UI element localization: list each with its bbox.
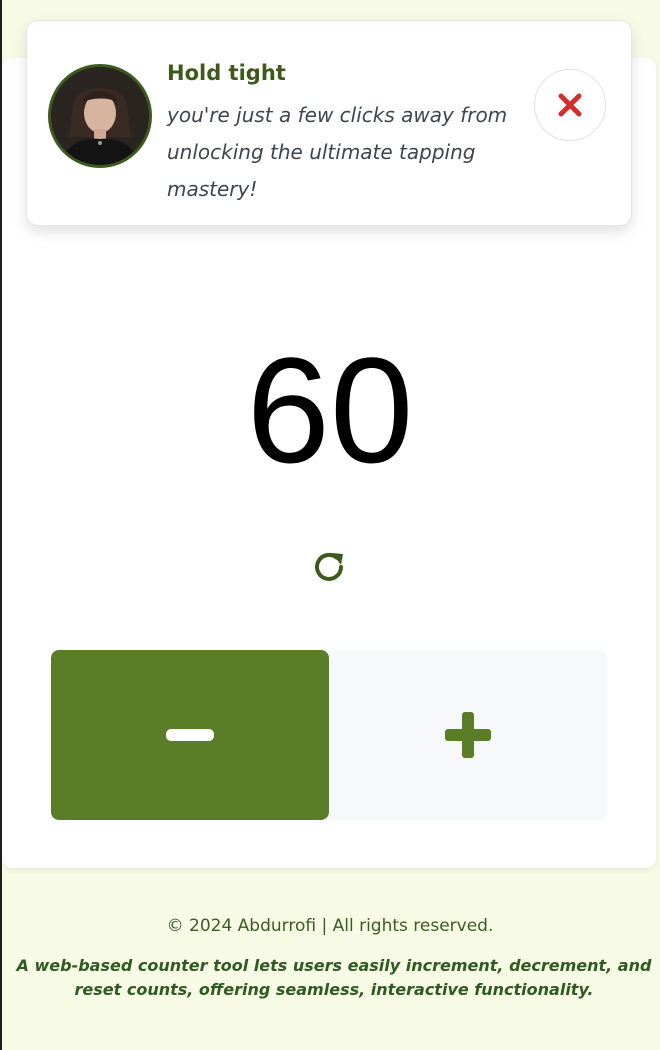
minus-icon bbox=[166, 729, 214, 741]
avatar bbox=[48, 64, 152, 168]
refresh-icon bbox=[315, 552, 343, 581]
counter-controls bbox=[51, 650, 607, 820]
increment-button[interactable] bbox=[329, 650, 607, 820]
plus-icon bbox=[445, 712, 491, 758]
decrement-button[interactable] bbox=[51, 650, 329, 820]
toast-title: Hold tight bbox=[167, 61, 286, 85]
reset-button[interactable] bbox=[304, 542, 354, 592]
notification-toast: Hold tight you're just a few clicks away… bbox=[26, 20, 632, 226]
close-button[interactable] bbox=[534, 69, 606, 141]
footer-tagline: A web-based counter tool lets users easi… bbox=[16, 956, 652, 999]
avatar-portrait-icon bbox=[51, 67, 149, 165]
toast-message: you're just a few clicks away from unloc… bbox=[167, 103, 508, 201]
counter-value: 60 bbox=[246, 326, 414, 494]
close-x-icon bbox=[558, 93, 582, 117]
footer-copyright: © 2024 Abdurrofi | All rights reserved. bbox=[166, 916, 494, 936]
